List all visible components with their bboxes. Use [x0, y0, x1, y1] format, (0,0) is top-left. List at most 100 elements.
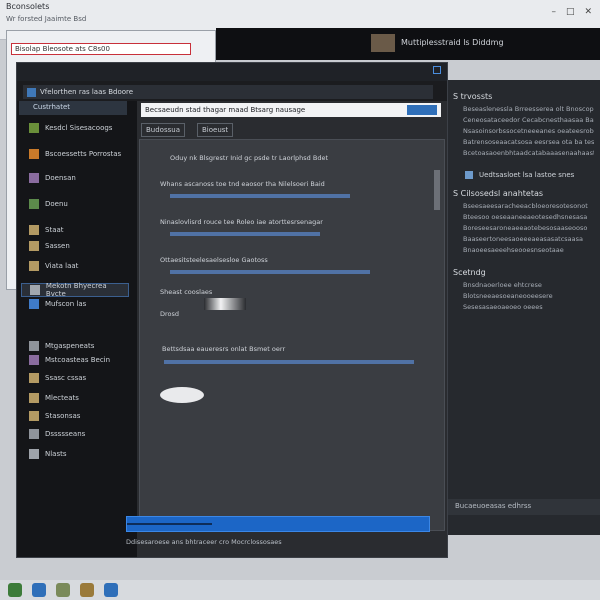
nav-item[interactable]: Stasonsas: [29, 409, 80, 423]
minimize-icon[interactable]: –: [551, 7, 556, 17]
nav-header[interactable]: Custrhatet: [19, 101, 127, 115]
globe-icon[interactable]: [8, 583, 22, 597]
chart-icon[interactable]: [56, 583, 70, 597]
right-checkbox-label: Uedtsasloet lsa lastoe snes: [479, 171, 575, 179]
right-heading-2: S Cilsosedsl anahtetas: [453, 189, 544, 198]
right-line: Nsasoinsorbssocetneeeanes oeateesrobentl…: [463, 127, 594, 135]
search-value: Becsaeudn stad thagar maad Btsarg nausag…: [145, 106, 306, 114]
preview-image: [204, 298, 246, 310]
settings-icon[interactable]: [104, 583, 118, 597]
right-line: Bcetoasaoenbhtaadcatabaaasenaahaastoagaa…: [463, 149, 594, 157]
details-pane: Oduy nk Blsgrestr Inid gc psde tr Laorlp…: [139, 139, 445, 531]
right-info-panel: S trvossts Beseaslenessla Brreesserea ol…: [446, 80, 600, 535]
background-window-subtitle: Wr forsted Jaaimte Bsd: [6, 15, 87, 23]
nav-item-label: Ssasc cssas: [45, 374, 87, 382]
nav-item[interactable]: Mtgaspeneats: [29, 339, 94, 353]
box-icon: [29, 261, 39, 271]
tab-second[interactable]: Bioeust: [197, 123, 234, 137]
nav-item-label: Nlasts: [45, 450, 67, 458]
box-icon: [29, 225, 39, 235]
nav-item[interactable]: Doensan: [29, 171, 76, 185]
folder-icon: [29, 149, 39, 159]
nav-item-label: Mufscon las: [45, 300, 87, 308]
media-thumbnail: [371, 34, 395, 52]
folder-icon[interactable]: [32, 583, 46, 597]
right-line: Baaseertoneesaoeeeaeasasatcsaasa: [463, 235, 584, 243]
box-icon: [29, 241, 39, 251]
pane-line: Bettsdsaa eaueresrs onlat Bsmet oerr: [162, 345, 286, 353]
search-button[interactable]: [407, 105, 437, 115]
nav-item-label: Mlecteats: [45, 394, 79, 402]
pane-line: Oduy nk Blsgrestr Inid gc psde tr Laorlp…: [170, 154, 329, 162]
nav-item-label: Mstcoasteas Becin: [45, 356, 111, 364]
nav-item-label: Kesdcl Sisesacoogs: [45, 124, 113, 132]
nav-item[interactable]: Sassen: [29, 239, 70, 253]
right-heading-3: Scetndg: [453, 268, 486, 277]
nav-item[interactable]: Mekotn Bhyecrea Bvcte: [21, 282, 129, 298]
tab-first[interactable]: Budossua: [141, 123, 185, 137]
nav-item[interactable]: Mstcoasteas Becin: [29, 353, 110, 367]
home-icon: [29, 449, 39, 459]
badge-icon: [29, 299, 39, 309]
right-line: Sesesasaeoaeoeo oeees: [463, 303, 543, 311]
tabs-row: Budossua Bioeust: [141, 123, 234, 137]
gear-icon: [29, 341, 39, 351]
nav-item[interactable]: Mufscon las: [29, 297, 86, 311]
right-line: Bteesoo oeseaaneeaeotesedhsnesasa: [463, 213, 588, 221]
scrollbar[interactable]: [434, 170, 440, 210]
nav-item-label: Viata laat: [45, 262, 79, 270]
nav-item[interactable]: Doenu: [29, 197, 68, 211]
pane-link[interactable]: [170, 232, 320, 236]
right-line: Beseaslenessla Brreesserea olt Bnoscopes…: [463, 105, 594, 113]
nav-item-label: Dssssseans: [45, 430, 86, 438]
side-nav: Custrhatet Kesdcl Sisesacoogs Bscoessetts…: [17, 101, 137, 557]
close-icon[interactable]: ✕: [584, 7, 592, 17]
right-line: Boreseesaroneaeeaotebesosaaseooso: [463, 224, 588, 232]
nav-item[interactable]: Viata laat: [29, 259, 78, 273]
right-line: Ceneosataceedor Cecabcnesthaasaa Batt: [463, 116, 594, 124]
nav-item[interactable]: Bscoessetts Porrostas: [29, 147, 121, 161]
nav-item-label: Mekotn Bhyecrea Bvcte: [45, 282, 107, 298]
settings-window: Vfelorthen ras laas Bdoore Custrhatet Ke…: [16, 62, 448, 558]
settings-address-text: Vfelorthen ras laas Bdoore: [40, 88, 134, 96]
nav-item-label: Doenu: [45, 200, 68, 208]
pane-link[interactable]: [164, 360, 414, 364]
progress-fill: [127, 523, 212, 525]
nav-item[interactable]: Dssssseans: [29, 427, 85, 441]
nav-item[interactable]: Nlasts: [29, 447, 67, 461]
checkbox-icon[interactable]: [465, 171, 473, 179]
search-input[interactable]: Becsaeudn stad thagar maad Btsarg nausag…: [141, 103, 441, 117]
media-window-title: Muttiplesstraid ls Diddmg: [401, 38, 504, 47]
right-line: Batrensoseaacatsosa eesrsea ota ba tesaa…: [463, 138, 594, 146]
badge-icon: [158, 385, 206, 405]
app-icon: [29, 123, 39, 133]
nav-item[interactable]: Ssasc cssas: [29, 371, 86, 385]
pane-link[interactable]: [170, 194, 350, 198]
nav-item[interactable]: Kesdcl Sisesacoogs: [29, 121, 112, 135]
explorer-address-bar[interactable]: Bisolap Bleosote ats C8s00: [11, 43, 191, 55]
right-line: Bseesaeesaracheeacbloeoresotesonot: [463, 202, 588, 210]
maximize-icon[interactable]: □: [566, 7, 575, 17]
nav-item-label: Bscoessetts Porrostas: [45, 150, 122, 158]
settings-address-bar[interactable]: Vfelorthen ras laas Bdoore: [23, 85, 433, 99]
media-icon[interactable]: [80, 583, 94, 597]
pane-line: Ninaslovlisrd rouce tee Roleo iae atortt…: [160, 218, 323, 226]
right-panel-footer[interactable]: Bucaeuoeasas edhrss: [447, 499, 600, 515]
pane-line: Drosd: [160, 310, 180, 318]
right-checkbox-row[interactable]: Uedtsasloet lsa lastoe snes: [465, 171, 594, 179]
photo-icon: [29, 199, 39, 209]
content-area: Becsaeudn stad thagar maad Btsarg nausag…: [137, 101, 447, 557]
image-icon: [29, 355, 39, 365]
gear-icon: [29, 429, 39, 439]
box-icon: [29, 373, 39, 383]
nav-item[interactable]: Mlecteats: [29, 391, 79, 405]
pane-link[interactable]: [170, 270, 370, 274]
nav-item[interactable]: Staat: [29, 223, 64, 237]
nav-item-label: Stasonsas: [45, 412, 81, 420]
close-icon[interactable]: [433, 66, 441, 74]
right-line: Bnaoeesaeeehseooesnseotaae: [463, 246, 564, 254]
app-icon: [27, 87, 36, 97]
right-line: Bnsdnaoerloee ehtcrese: [463, 281, 542, 289]
pane-line: Sheast cooslaes: [160, 288, 213, 296]
box-icon: [29, 411, 39, 421]
